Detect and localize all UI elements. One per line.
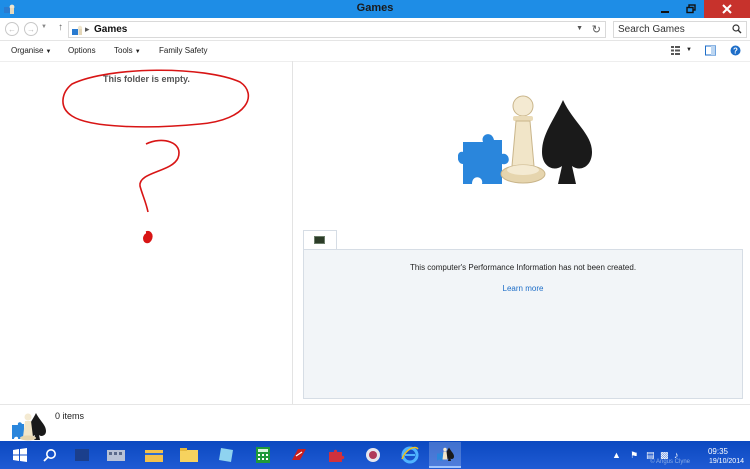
flag-icon[interactable]: ⚑ [630, 450, 638, 461]
restore-button[interactable] [678, 0, 704, 18]
taskbar-app-calculator[interactable] [247, 442, 279, 468]
preview-pane-icon[interactable] [705, 45, 716, 56]
app-window-icon [75, 449, 89, 461]
taskbar-search-button[interactable] [34, 442, 66, 468]
clock-time[interactable]: 09:35 [708, 447, 728, 456]
organise-menu[interactable]: Organise ▼ [11, 46, 51, 55]
control-panel-icon [107, 450, 125, 461]
address-field[interactable]: ▸ Games ▼ ↻ [68, 21, 606, 38]
family-safety-button[interactable]: Family Safety [159, 46, 207, 55]
tools-label: Tools [114, 46, 133, 55]
minimize-icon [661, 11, 669, 13]
start-button[interactable] [4, 442, 36, 468]
back-button[interactable]: ← [5, 22, 19, 36]
taskbar-app-puzzle[interactable] [320, 442, 352, 468]
taskbar-app-red[interactable] [283, 442, 315, 468]
tray-arrow-icon[interactable]: ▲ [612, 450, 621, 460]
clock-date[interactable]: 19/10/2014 [709, 458, 744, 465]
calculator-icon [256, 447, 270, 463]
photo-viewer-icon [366, 448, 380, 462]
notepad-icon [219, 448, 233, 462]
file-explorer-icon [145, 450, 163, 462]
window-title: Games [356, 2, 394, 14]
watermark-text: © Angus Clyne [650, 459, 690, 465]
breadcrumb-separator-icon[interactable]: ▸ [85, 24, 90, 35]
view-options-icon[interactable] [670, 45, 681, 56]
performance-tab-icon [314, 236, 325, 244]
search-icon [43, 449, 56, 462]
family-safety-label: Family Safety [159, 46, 208, 55]
view-dropdown-icon[interactable]: ▼ [686, 47, 692, 53]
close-button[interactable] [704, 0, 750, 18]
games-icon [437, 447, 454, 461]
folder-icon [180, 448, 198, 462]
taskbar-app-notes[interactable] [210, 442, 242, 468]
minimize-button[interactable] [652, 0, 678, 18]
help-icon[interactable]: ? [730, 45, 741, 56]
search-icon [732, 24, 742, 34]
taskbar: ▲ ⚑ ▤ ▩ ♪ © Angus Clyne 09:35 19/10/2014 [0, 441, 750, 469]
taskbar-app-internet-explorer[interactable] [394, 442, 426, 468]
games-folder-icon [72, 25, 83, 35]
annotation-circle [62, 69, 250, 128]
red-app-icon [292, 449, 306, 460]
internet-explorer-icon [401, 446, 419, 464]
search-placeholder: Search Games [618, 24, 685, 35]
title-bar: Games [0, 0, 750, 18]
close-icon [722, 4, 732, 14]
address-bar: ← → ▼ ↑ ▸ Games ▼ ↻ Search Games [0, 18, 750, 41]
recent-locations-icon[interactable]: ▼ [41, 24, 47, 30]
system-tray: ▲ ⚑ ▤ ▩ ♪ © Angus Clyne 09:35 19/10/2014 [600, 441, 750, 469]
file-list-pane[interactable]: This folder is empty. [0, 61, 292, 404]
details-pane: 0 items [0, 404, 750, 441]
learn-more-link[interactable]: Learn more [304, 284, 742, 293]
options-label: Options [68, 46, 96, 55]
taskbar-app-blank[interactable] [66, 442, 98, 468]
preview-pane: This computer's Performance Information … [293, 61, 750, 404]
caret-down-icon: ▼ [45, 49, 52, 55]
address-dropdown-icon[interactable]: ▼ [576, 25, 583, 32]
annotation-dot [143, 230, 153, 244]
back-arrow-icon: ← [8, 24, 16, 34]
options-button[interactable]: Options [68, 46, 96, 55]
organise-label: Organise [11, 46, 44, 55]
games-logo-icon [458, 95, 592, 184]
svg-text:?: ? [733, 47, 738, 56]
puzzle-icon [329, 449, 345, 462]
taskbar-app-explorer[interactable] [138, 442, 170, 468]
forward-arrow-icon: → [27, 24, 35, 34]
red-annotation-drawing [62, 69, 250, 244]
annotation-question-mark [139, 139, 180, 213]
command-bar: Organise ▼ Options Tools ▼ Family Safety ▼… [0, 42, 750, 60]
taskbar-app-folder[interactable] [173, 442, 205, 468]
taskbar-app-games[interactable] [429, 442, 461, 468]
item-count: 0 items [55, 411, 85, 421]
refresh-icon[interactable]: ↻ [592, 23, 601, 36]
tools-menu[interactable]: Tools ▼ [114, 46, 141, 55]
folder-thumbnail-icon [12, 413, 46, 441]
taskbar-app-photos[interactable] [357, 442, 389, 468]
restore-icon [686, 4, 696, 14]
up-arrow-icon[interactable]: ↑ [58, 22, 63, 33]
caret-down-icon: ▼ [134, 49, 141, 55]
search-input[interactable]: Search Games [613, 21, 747, 38]
tab-performance[interactable] [303, 230, 337, 250]
taskbar-app-tools[interactable] [100, 442, 132, 468]
forward-button[interactable]: → [24, 22, 38, 36]
windows-logo-icon [13, 448, 27, 462]
breadcrumb-games[interactable]: Games [94, 24, 127, 35]
performance-info-message: This computer's Performance Information … [409, 263, 637, 272]
performance-info-panel: This computer's Performance Information … [303, 249, 743, 399]
